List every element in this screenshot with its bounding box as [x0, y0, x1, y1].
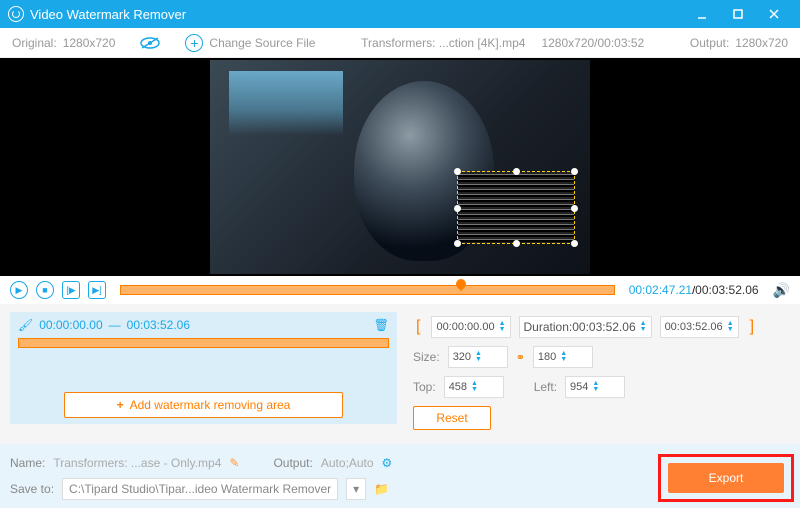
bracket-close-icon[interactable]: ]: [747, 318, 757, 336]
top-input[interactable]: 458▲▼: [444, 376, 504, 398]
left-label: Left:: [534, 380, 557, 394]
reset-button[interactable]: Reset: [413, 406, 491, 430]
save-path-input[interactable]: C:\Tipard Studio\Tipar...ideo Watermark …: [62, 478, 338, 500]
area-range-bar[interactable]: [18, 338, 389, 348]
playback-controls: ▶ ■ [▶ ▶] 00:02:47.21/00:03:52.06 🔊: [0, 276, 800, 304]
preview-toggle-icon[interactable]: [127, 36, 173, 50]
output-resolution: 1280x720: [735, 36, 788, 50]
range-start: 00:00:00.00: [39, 318, 102, 332]
size-label: Size:: [413, 350, 440, 364]
end-time-input[interactable]: 00:03:52.06▲▼: [660, 316, 739, 338]
close-button[interactable]: [756, 0, 792, 28]
delete-area-icon[interactable]: 🗑: [374, 318, 389, 332]
file-info: 1280x720/00:03:52: [541, 36, 644, 50]
export-highlight: Export: [658, 454, 794, 502]
open-folder-icon[interactable]: 📁: [374, 482, 389, 496]
titlebar: Video Watermark Remover: [0, 0, 800, 28]
left-input[interactable]: 954▲▼: [565, 376, 625, 398]
video-preview[interactable]: [0, 58, 800, 276]
change-source-button[interactable]: + Change Source File: [173, 34, 327, 52]
height-input[interactable]: 180▲▼: [533, 346, 593, 368]
export-button[interactable]: Export: [668, 463, 784, 493]
bottom-bar: Name: Transformers: ...ase - Only.mp4 ✎ …: [0, 444, 800, 508]
output-fmt-label: Output:: [273, 456, 312, 470]
add-area-label: Add watermark removing area: [130, 398, 291, 412]
mark-in-button[interactable]: [▶: [62, 281, 80, 299]
duration-input[interactable]: Duration:00:03:52.06▲▼: [519, 316, 652, 338]
watermark-blur: [458, 172, 574, 243]
selection-box[interactable]: [457, 171, 575, 244]
output-fmt-value: Auto;Auto: [321, 456, 374, 470]
app-title: Video Watermark Remover: [30, 7, 684, 22]
time-display: 00:02:47.21/00:03:52.06: [629, 283, 759, 297]
app-icon: [8, 6, 24, 22]
area-properties-panel: [ 00:00:00.00▲▼ Duration:00:03:52.06▲▼ 0…: [407, 312, 790, 424]
area-list-panel: 🖌 00:00:00.00 — 00:03:52.06 🗑 + Add wate…: [10, 312, 397, 424]
minimize-button[interactable]: [684, 0, 720, 28]
brush-icon: 🖌: [18, 318, 33, 332]
range-end: 00:03:52.06: [127, 318, 190, 332]
range-separator: —: [109, 318, 121, 332]
timeline-slider[interactable]: [120, 284, 615, 296]
add-area-button[interactable]: + Add watermark removing area: [64, 392, 343, 418]
original-label: Original:: [12, 36, 57, 50]
original-resolution: 1280x720: [63, 36, 116, 50]
top-label: Top:: [413, 380, 436, 394]
file-name: Transformers: ...ction [4K].mp4: [361, 36, 525, 50]
change-source-label: Change Source File: [209, 36, 315, 50]
plus-icon: +: [185, 34, 203, 52]
output-settings-icon[interactable]: ⚙: [382, 456, 393, 470]
stop-button[interactable]: ■: [36, 281, 54, 299]
settings-panels: 🖌 00:00:00.00 — 00:03:52.06 🗑 + Add wate…: [0, 304, 800, 424]
start-time-input[interactable]: 00:00:00.00▲▼: [431, 316, 510, 338]
maximize-button[interactable]: [720, 0, 756, 28]
output-label: Output:: [690, 36, 729, 50]
aspect-lock-icon[interactable]: ⚭: [516, 351, 525, 364]
video-frame: [210, 60, 590, 274]
bracket-open-icon[interactable]: [: [413, 318, 423, 336]
width-input[interactable]: 320▲▼: [448, 346, 508, 368]
edit-name-icon[interactable]: ✎: [229, 456, 239, 470]
name-value: Transformers: ...ase - Only.mp4: [53, 456, 221, 470]
volume-icon[interactable]: 🔊: [773, 282, 790, 299]
save-to-label: Save to:: [10, 482, 54, 496]
name-label: Name:: [10, 456, 45, 470]
play-button[interactable]: ▶: [10, 281, 28, 299]
save-path-dropdown[interactable]: ▾: [346, 478, 366, 500]
mark-out-button[interactable]: ▶]: [88, 281, 106, 299]
toolbar: Original: 1280x720 + Change Source File …: [0, 28, 800, 58]
